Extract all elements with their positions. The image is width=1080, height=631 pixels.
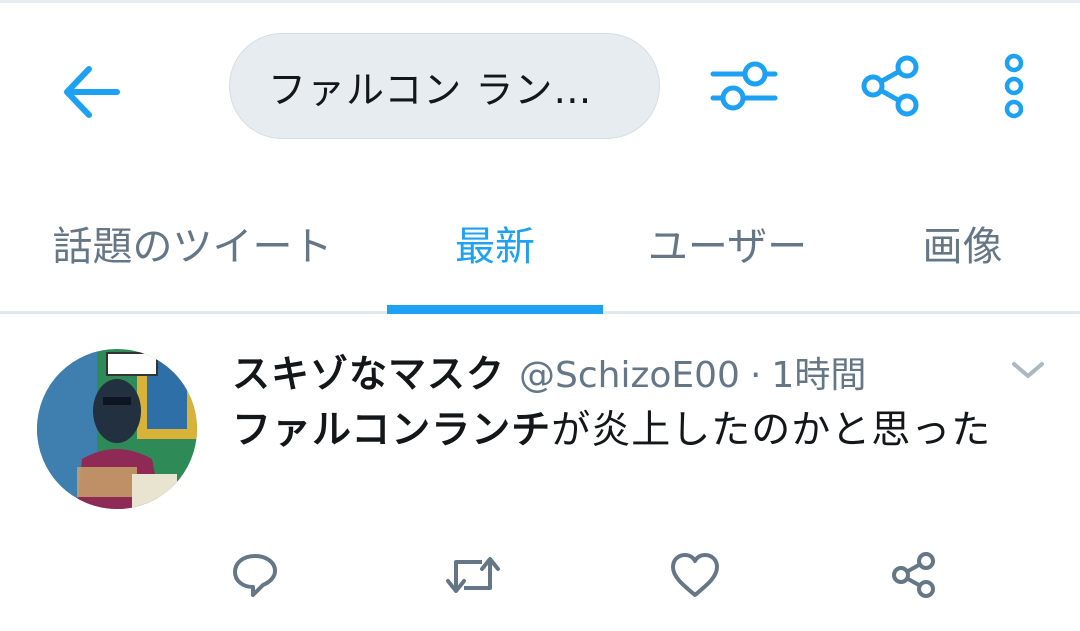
search-header: ファルコン ラン… — [0, 0, 1080, 175]
reply-button[interactable] — [225, 547, 285, 603]
tweet-text: ファルコンランチが炎上したのかと思った — [232, 403, 1047, 459]
tab-images[interactable]: 画像 — [880, 175, 1045, 311]
search-query-box[interactable]: ファルコン ラン… — [229, 33, 660, 139]
separator-dot: · — [749, 355, 762, 396]
more-options-button[interactable] — [990, 48, 1038, 124]
sliders-icon — [710, 61, 778, 111]
user-handle[interactable]: @SchizoE00 — [519, 355, 740, 396]
share-tweet-button[interactable] — [884, 547, 944, 603]
search-filter-button[interactable] — [706, 52, 782, 120]
tweet-card[interactable]: スキゾなマスク @SchizoE00 · 1時間 ファルコンランチが炎上したのか… — [0, 317, 1080, 631]
back-button[interactable] — [55, 60, 125, 124]
chevron-down-icon — [1012, 362, 1044, 378]
back-arrow-icon — [64, 66, 120, 118]
tab-users[interactable]: ユーザー — [620, 175, 835, 311]
search-query-text: ファルコン ラン… — [268, 67, 593, 112]
like-button[interactable] — [665, 547, 725, 603]
tab-latest[interactable]: 最新 — [387, 175, 603, 311]
avatar[interactable] — [37, 349, 197, 509]
active-tab-indicator — [387, 305, 603, 314]
tweet-header: スキゾなマスク @SchizoE00 · 1時間 — [232, 343, 992, 399]
avatar-image — [37, 349, 197, 509]
display-name[interactable]: スキゾなマスク — [232, 343, 505, 398]
share-search-button[interactable] — [852, 50, 928, 122]
retweet-button[interactable] — [443, 547, 503, 603]
tweet-text-body: が炎上したのかと思った — [551, 408, 992, 453]
more-vertical-icon — [1004, 53, 1024, 119]
tweet-text-highlight: ファルコンランチ — [232, 408, 552, 453]
like-icon — [671, 553, 719, 597]
search-tabs: 話題のツイート 最新 ユーザー 画像 — [0, 175, 1080, 314]
tweet-timestamp[interactable]: 1時間 — [771, 346, 866, 398]
share-icon — [861, 55, 919, 117]
tweet-menu-button[interactable] — [1008, 355, 1048, 385]
reply-icon — [233, 554, 277, 597]
share-icon — [892, 552, 935, 598]
tab-top-tweets[interactable]: 話題のツイート — [20, 175, 365, 311]
retweet-icon — [446, 557, 500, 593]
